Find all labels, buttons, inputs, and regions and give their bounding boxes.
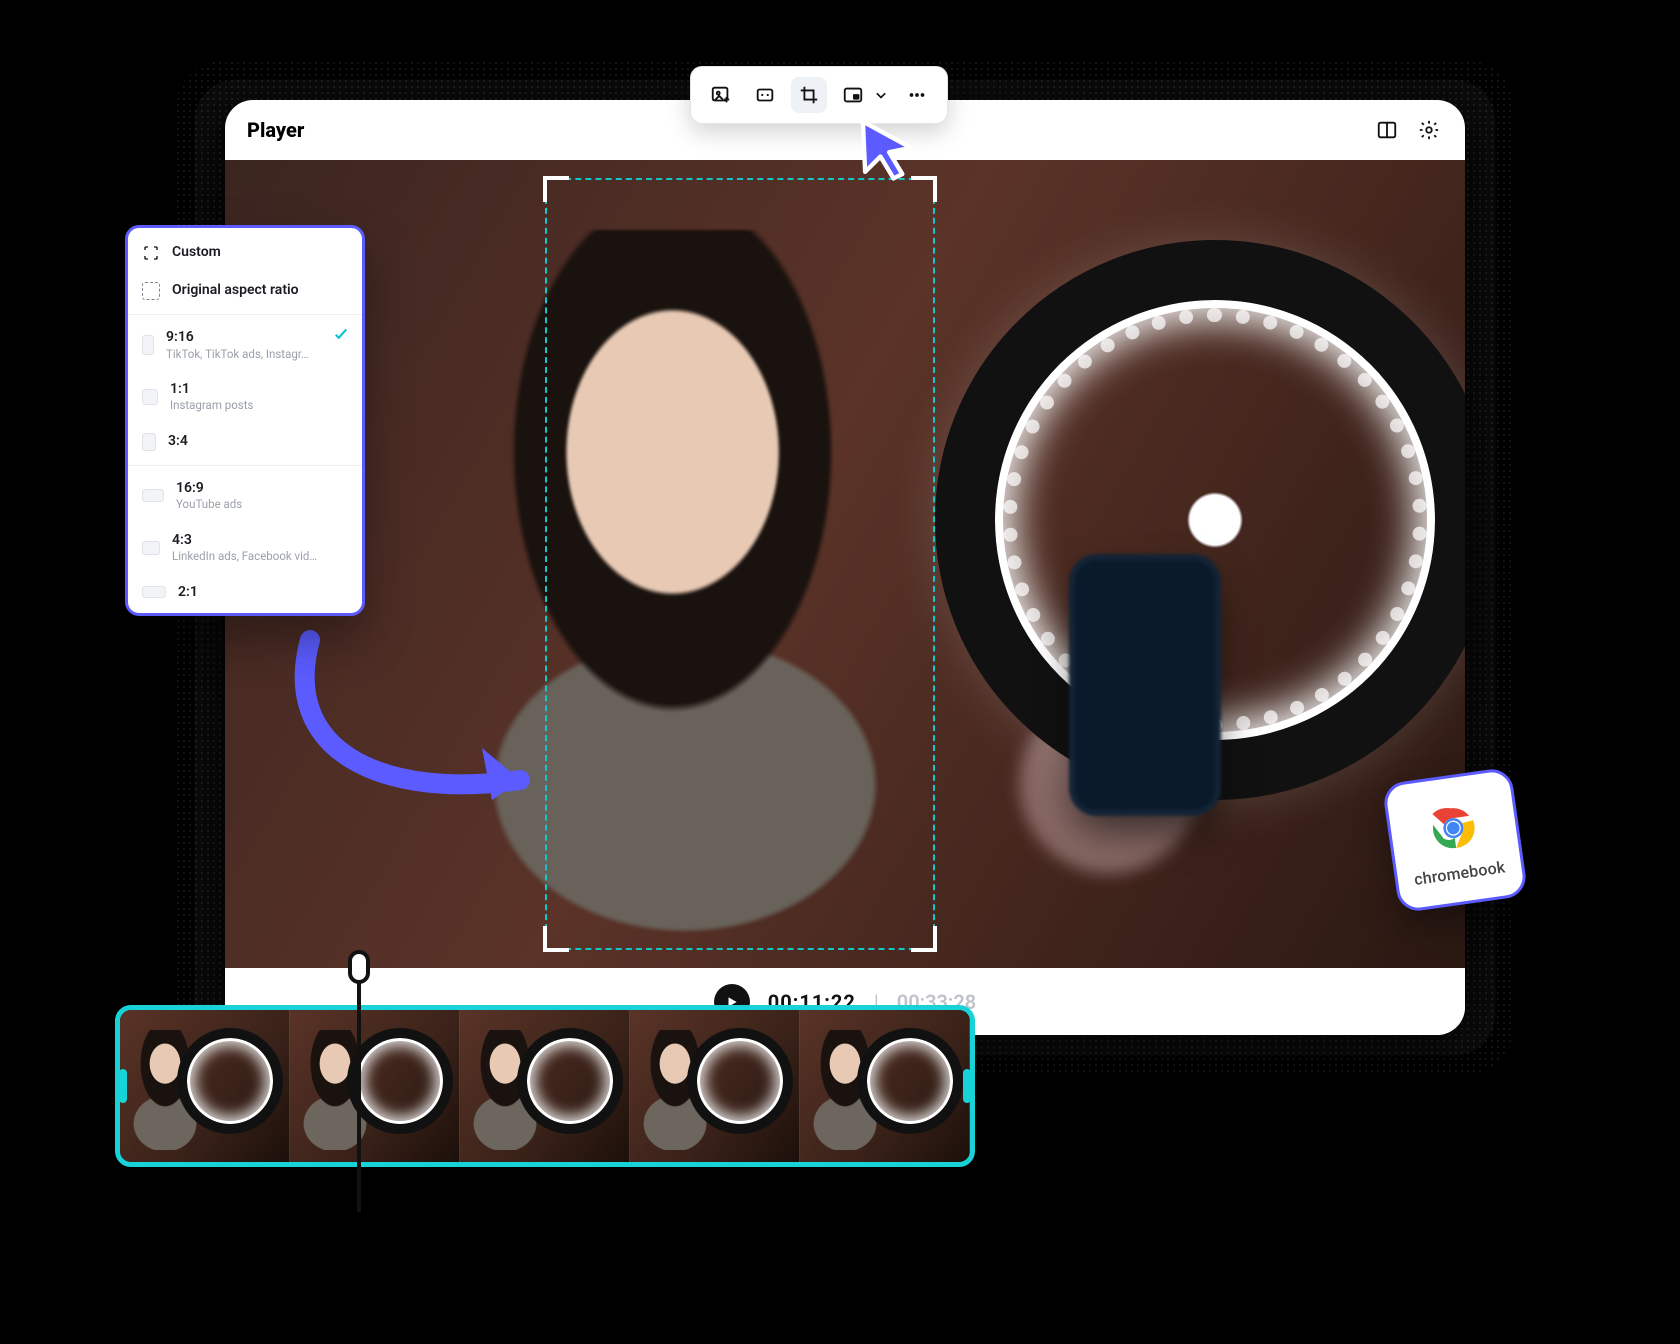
aspect-sub: TikTok, TikTok ads, Instagr… bbox=[166, 347, 309, 361]
aspect-option-9-16[interactable]: 9:16 TikTok, TikTok ads, Instagr… bbox=[128, 314, 362, 371]
split-view-icon[interactable] bbox=[1373, 116, 1401, 144]
aspect-sub: Instagram posts bbox=[170, 398, 253, 412]
aspect-label: 1:1 bbox=[170, 381, 253, 399]
aspect-ratio-panel: Custom Original aspect ratio 9:16 TikTok… bbox=[125, 225, 365, 616]
aspect-option-4-3[interactable]: 4:3 LinkedIn ads, Facebook vid… bbox=[128, 522, 362, 574]
aspect-sub: LinkedIn ads, Facebook vid… bbox=[172, 549, 317, 563]
aspect-label: 2:1 bbox=[178, 584, 198, 602]
timeline-thumb[interactable] bbox=[120, 1010, 290, 1162]
player-title: Player bbox=[247, 118, 304, 142]
aspect-option-3-4[interactable]: 3:4 bbox=[128, 423, 362, 461]
ratio-shape-icon bbox=[142, 389, 158, 405]
picture-in-picture-button[interactable] bbox=[835, 77, 871, 113]
ratio-shape-icon bbox=[142, 335, 154, 355]
crop-button[interactable] bbox=[791, 77, 827, 113]
guide-arrow-icon bbox=[270, 630, 570, 834]
aspect-label: Original aspect ratio bbox=[172, 282, 299, 300]
more-options-button[interactable] bbox=[899, 77, 935, 113]
aspect-option-1-1[interactable]: 1:1 Instagram posts bbox=[128, 371, 362, 423]
fit-button[interactable] bbox=[747, 77, 783, 113]
playhead-knob[interactable] bbox=[348, 950, 370, 984]
aspect-option-original[interactable]: Original aspect ratio bbox=[128, 272, 362, 310]
aspect-option-2-1[interactable]: 2:1 bbox=[128, 574, 362, 612]
timeline-thumb[interactable] bbox=[800, 1010, 970, 1162]
aspect-sub: YouTube ads bbox=[176, 497, 242, 511]
settings-gear-icon[interactable] bbox=[1415, 116, 1443, 144]
video-phone bbox=[1075, 560, 1215, 810]
aspect-label: 3:4 bbox=[168, 433, 188, 451]
aspect-label: 4:3 bbox=[172, 532, 317, 550]
timeline-thumb[interactable] bbox=[290, 1010, 460, 1162]
selected-check-icon bbox=[332, 325, 350, 347]
aspect-option-16-9[interactable]: 16:9 YouTube ads bbox=[128, 465, 362, 522]
ratio-shape-icon bbox=[142, 433, 156, 451]
aspect-option-custom[interactable]: Custom bbox=[128, 234, 362, 272]
clip-trim-handle-right[interactable] bbox=[963, 1069, 971, 1103]
ratio-shape-icon bbox=[142, 586, 166, 598]
video-canvas[interactable] bbox=[225, 160, 1465, 968]
clip-trim-handle-left[interactable] bbox=[119, 1069, 127, 1103]
crop-handle-top-left[interactable] bbox=[543, 176, 569, 202]
crop-handle-bottom-left[interactable] bbox=[543, 926, 569, 952]
aspect-label: 9:16 bbox=[166, 329, 309, 347]
custom-crop-icon bbox=[142, 244, 160, 262]
ratio-shape-icon bbox=[142, 489, 164, 502]
original-ratio-icon bbox=[142, 282, 160, 300]
chrome-logo-icon bbox=[1419, 794, 1487, 862]
timeline-playhead[interactable] bbox=[348, 950, 370, 1212]
add-image-button[interactable] bbox=[703, 77, 739, 113]
aspect-label: Custom bbox=[172, 244, 221, 262]
crop-handle-bottom-right[interactable] bbox=[911, 926, 937, 952]
timeline-filmstrip[interactable] bbox=[115, 1005, 975, 1167]
chromebook-badge: chromebook bbox=[1382, 767, 1529, 914]
header-icon-group bbox=[1373, 116, 1443, 144]
playhead-stem bbox=[357, 982, 361, 1212]
picture-in-picture-group bbox=[835, 77, 891, 113]
demo-cursor-icon bbox=[852, 115, 922, 189]
picture-in-picture-dropdown[interactable] bbox=[871, 77, 891, 113]
ratio-shape-icon bbox=[142, 541, 160, 555]
aspect-label: 16:9 bbox=[176, 480, 242, 498]
timeline-thumb[interactable] bbox=[630, 1010, 800, 1162]
crop-selection[interactable] bbox=[545, 178, 935, 950]
timeline-thumb[interactable] bbox=[460, 1010, 630, 1162]
player-window: Player 00:11:22 | 00:33:28 bbox=[225, 100, 1465, 1035]
